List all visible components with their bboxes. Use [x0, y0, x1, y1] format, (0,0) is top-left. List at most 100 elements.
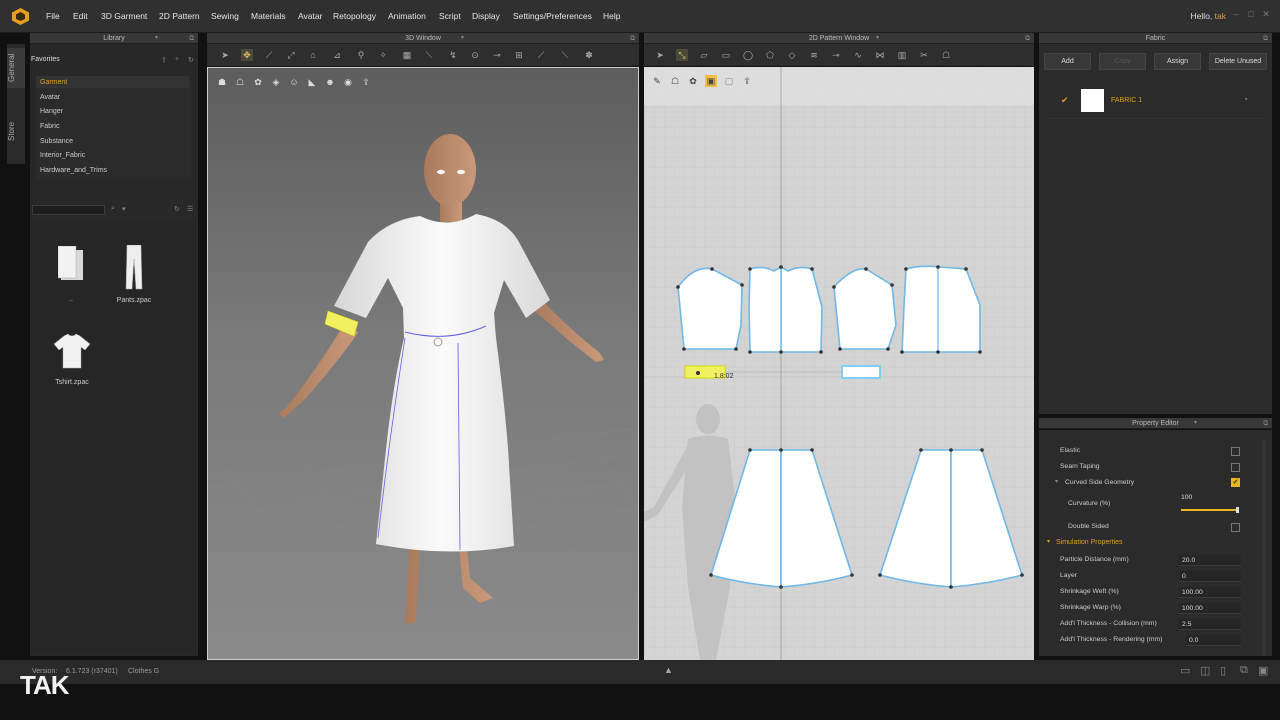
transform-icon[interactable]: ⤡: [676, 49, 688, 61]
upload-icon[interactable]: ⇪: [161, 56, 167, 64]
menu-materials[interactable]: Materials: [251, 11, 285, 21]
pants-icon[interactable]: [125, 245, 143, 290]
select-icon[interactable]: ➤: [654, 49, 666, 61]
fold-icon[interactable]: ⊿: [331, 49, 343, 61]
avatar-skin-icon[interactable]: ☻: [324, 76, 336, 88]
pattern-texture-icon[interactable]: ✿: [687, 75, 699, 87]
pin-icon[interactable]: ⧉: [1025, 33, 1030, 44]
trace-icon[interactable]: ▥: [896, 49, 908, 61]
simulation-section-title[interactable]: Simulation Properties: [1056, 539, 1123, 546]
point-icon[interactable]: ⊙: [469, 49, 481, 61]
pleat-icon[interactable]: ≋: [808, 49, 820, 61]
particle-distance-input[interactable]: 20.0: [1179, 555, 1241, 566]
seam-icon[interactable]: ⋈: [874, 49, 886, 61]
export-icon[interactable]: ⇪: [360, 76, 372, 88]
menu-retopology[interactable]: Retopology: [333, 11, 376, 21]
tack-icon[interactable]: ✧: [377, 49, 389, 61]
pattern-fabric-icon[interactable]: ▣: [705, 75, 717, 87]
favorite-item-hanger[interactable]: Hanger: [40, 108, 63, 115]
sew-free-icon[interactable]: ∿: [852, 49, 864, 61]
strap-icon[interactable]: ⟍: [423, 49, 435, 61]
shoe-icon[interactable]: ◣: [306, 76, 318, 88]
pin-tool-icon[interactable]: ⚲: [355, 49, 367, 61]
expand-up-icon[interactable]: ▲: [664, 665, 673, 675]
tab-store[interactable]: Store: [7, 116, 25, 146]
delete-unused-button[interactable]: Delete Unused: [1209, 53, 1267, 70]
menu-script[interactable]: Script: [439, 11, 461, 21]
favorite-item-fabric[interactable]: Fabric: [40, 123, 59, 130]
ellipse-icon[interactable]: ◯: [742, 49, 754, 61]
menu-avatar[interactable]: Avatar: [298, 11, 322, 21]
search-icon[interactable]: ⌕: [111, 205, 115, 213]
thickness-rendering-input[interactable]: 0.0: [1186, 635, 1241, 646]
layout-split-icon[interactable]: ◫: [1200, 664, 1210, 677]
collapse-arrow-icon[interactable]: ▾: [1047, 538, 1050, 545]
menu-file[interactable]: File: [46, 11, 60, 21]
polygon-icon[interactable]: ▱: [698, 49, 710, 61]
thickness-collision-input[interactable]: 2.5: [1179, 619, 1241, 630]
fabric-menu-icon[interactable]: ▪: [1245, 96, 1247, 103]
garment-dress[interactable]: [334, 214, 550, 552]
chevron-down-icon[interactable]: ▾: [1194, 418, 1197, 429]
curvature-value[interactable]: 100: [1181, 494, 1192, 501]
layout-2d-icon[interactable]: ▯: [1220, 664, 1226, 677]
fabric-name[interactable]: FABRIC 1: [1111, 97, 1142, 104]
property-scrollbar[interactable]: [1262, 440, 1266, 656]
maximize-icon[interactable]: □: [1244, 9, 1258, 21]
line-tool-icon[interactable]: ⤢: [285, 49, 297, 61]
tape-icon[interactable]: ⟋: [535, 49, 547, 61]
layout-render-icon[interactable]: ▣: [1258, 664, 1268, 677]
pin-icon[interactable]: ⧉: [630, 33, 635, 44]
layer-input[interactable]: 0: [1179, 571, 1241, 582]
chevron-down-icon[interactable]: ▾: [122, 205, 126, 213]
layout-3d-icon[interactable]: ⧉: [1240, 664, 1248, 677]
menu-3d-garment[interactable]: 3D Garment: [101, 11, 147, 21]
refresh-icon[interactable]: ↻: [174, 205, 180, 213]
pin-icon[interactable]: ⧉: [1263, 418, 1268, 429]
render-ball-icon[interactable]: ◉: [342, 76, 354, 88]
pattern-export-icon[interactable]: ⇪: [741, 75, 753, 87]
seam-taping-checkbox[interactable]: [1231, 463, 1240, 472]
viewport-2d[interactable]: 1.8:02 ✎ ☖ ✿ ▣ ▢ ⇪: [644, 67, 1034, 660]
double-sided-checkbox[interactable]: [1231, 523, 1240, 532]
menu-animation[interactable]: Animation: [388, 11, 426, 21]
list-view-icon[interactable]: ☰: [187, 205, 193, 213]
pin-icon[interactable]: ⧉: [189, 33, 194, 44]
fabric-render-icon[interactable]: ◈: [270, 76, 282, 88]
measure-icon[interactable]: ⊞: [513, 49, 525, 61]
move-icon[interactable]: ✥: [241, 49, 253, 61]
layout-single-icon[interactable]: ▭: [1180, 664, 1190, 677]
pin-icon[interactable]: ⧉: [1263, 33, 1268, 44]
chevron-down-icon[interactable]: ▾: [461, 33, 464, 44]
close-icon[interactable]: ✕: [1259, 9, 1273, 21]
sew-icon[interactable]: ↯: [447, 49, 459, 61]
curvature-slider-handle[interactable]: [1236, 507, 1239, 513]
grid-icon[interactable]: ▦: [401, 49, 413, 61]
favorite-item-hardware[interactable]: Hardware_and_Trims: [40, 167, 107, 174]
refresh-icon[interactable]: ↻: [188, 56, 194, 64]
shrinkage-weft-input[interactable]: 100.00: [1179, 587, 1241, 598]
add-fabric-button[interactable]: Add: [1044, 53, 1091, 70]
menu-edit[interactable]: Edit: [73, 11, 88, 21]
avatar-tool-icon[interactable]: ✽: [583, 49, 595, 61]
rectangle-icon[interactable]: ▭: [720, 49, 732, 61]
chevron-down-icon[interactable]: ▾: [155, 33, 158, 44]
menu-settings[interactable]: Settings/Preferences: [513, 11, 592, 21]
curvature-slider[interactable]: [1181, 509, 1239, 511]
add-icon[interactable]: +: [175, 56, 179, 63]
tshirt-tool-icon[interactable]: ☖: [940, 49, 952, 61]
texture-icon[interactable]: ✿: [252, 76, 264, 88]
edit-icon[interactable]: ⟋: [263, 49, 275, 61]
menu-help[interactable]: Help: [603, 11, 620, 21]
select-icon[interactable]: ➤: [219, 49, 231, 61]
elastic-checkbox[interactable]: [1231, 447, 1240, 456]
pattern-display-icon[interactable]: ✎: [651, 75, 663, 87]
app-logo-icon[interactable]: [12, 8, 29, 25]
tshirt-icon[interactable]: [52, 334, 92, 370]
check-icon[interactable]: ✔: [1061, 95, 1069, 106]
garment-icon[interactable]: ⌂: [307, 49, 319, 61]
favorite-item-substance[interactable]: Substance: [40, 138, 73, 145]
garment-display-icon[interactable]: ☖: [234, 76, 246, 88]
shrinkage-warp-input[interactable]: 100.00: [1179, 603, 1241, 614]
cut-icon[interactable]: ✂: [918, 49, 930, 61]
